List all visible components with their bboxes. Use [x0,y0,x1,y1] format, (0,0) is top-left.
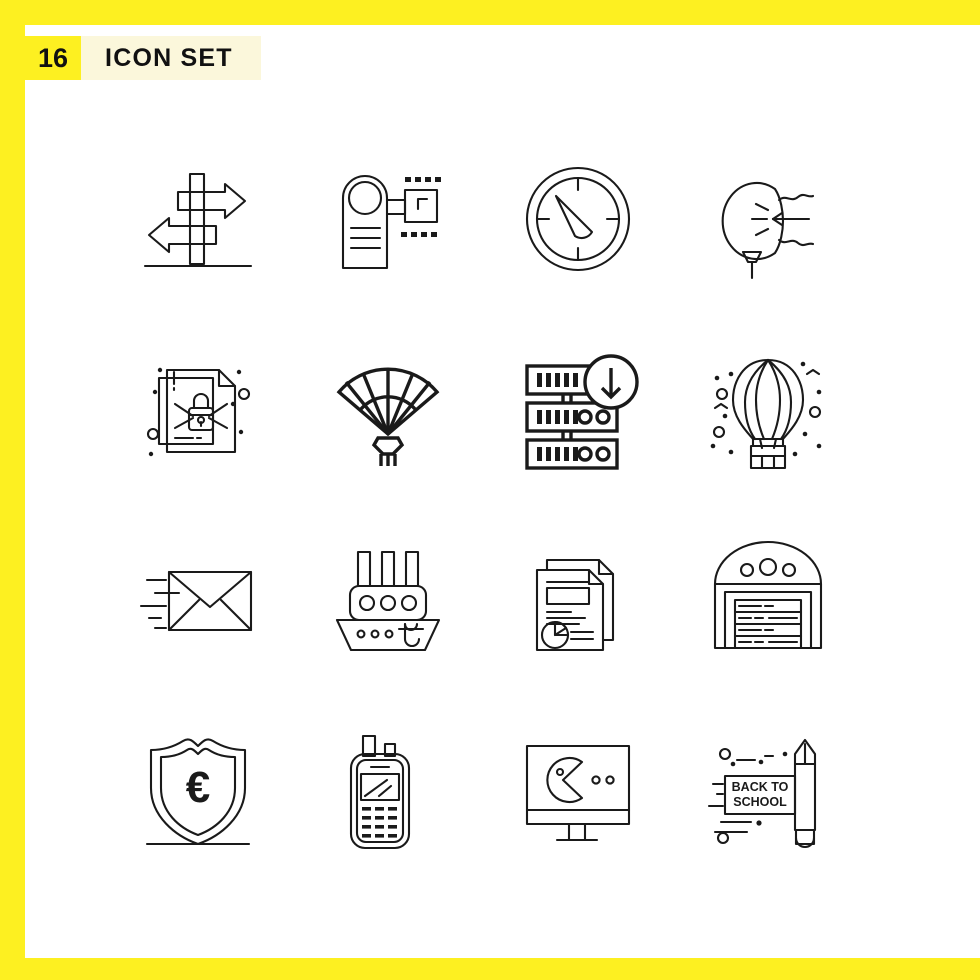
icon-cell-secure-documents[interactable] [103,316,293,506]
icon-cell-compass[interactable] [483,126,673,316]
hand-fan-icon [336,367,440,466]
euro-shield-icon: € [145,738,251,846]
icon-grid: € BACK TO SCHOOL [103,126,903,886]
direction-signpost-icon [143,172,253,268]
back-to-school-line-2: SCHOOL [733,795,787,809]
icon-cell-fast-email[interactable] [103,506,293,696]
icon-cell-walkie-talkie[interactable] [293,696,483,886]
icon-cell-server-download[interactable] [483,316,673,506]
compass-icon [525,166,631,272]
fast-email-icon [139,570,253,632]
icon-cell-report-documents[interactable] [483,506,673,696]
icon-cell-arcade-game-monitor[interactable] [483,696,673,886]
icon-count-badge: 16 [25,36,82,80]
report-documents-icon [535,558,615,652]
icon-cell-hot-air-balloon[interactable] [673,316,863,506]
icon-cell-direction-signpost[interactable] [103,126,293,316]
icon-cell-balloon-pop[interactable] [673,126,863,316]
back-to-school-banner-icon: BACK TO SCHOOL [707,738,817,849]
icon-cell-euro-shield[interactable]: € [103,696,293,886]
icon-cell-hand-fan[interactable] [293,316,483,506]
garage-warehouse-icon [713,540,823,650]
poster-canvas: 16 Icon Set [25,25,980,958]
icon-cell-back-to-school[interactable]: BACK TO SCHOOL [673,696,863,886]
server-download-icon [525,354,639,470]
icon-cell-garage-warehouse[interactable] [673,506,863,696]
balloon-pop-icon [721,181,815,280]
poster-frame: 16 Icon Set [0,0,980,980]
header: 16 Icon Set [25,36,261,80]
hot-air-balloon-icon [710,358,822,470]
page-title: Icon Set [105,43,233,72]
key-card-reader-icon [341,174,441,270]
walkie-talkie-icon [349,734,411,850]
arcade-game-monitor-icon [525,744,631,842]
secure-documents-icon [146,367,251,457]
back-to-school-line-1: BACK TO [732,780,789,794]
icon-cell-cruise-ship[interactable] [293,506,483,696]
icon-cell-key-card-reader[interactable] [293,126,483,316]
cruise-ship-icon [335,550,441,652]
euro-symbol: € [186,763,210,812]
